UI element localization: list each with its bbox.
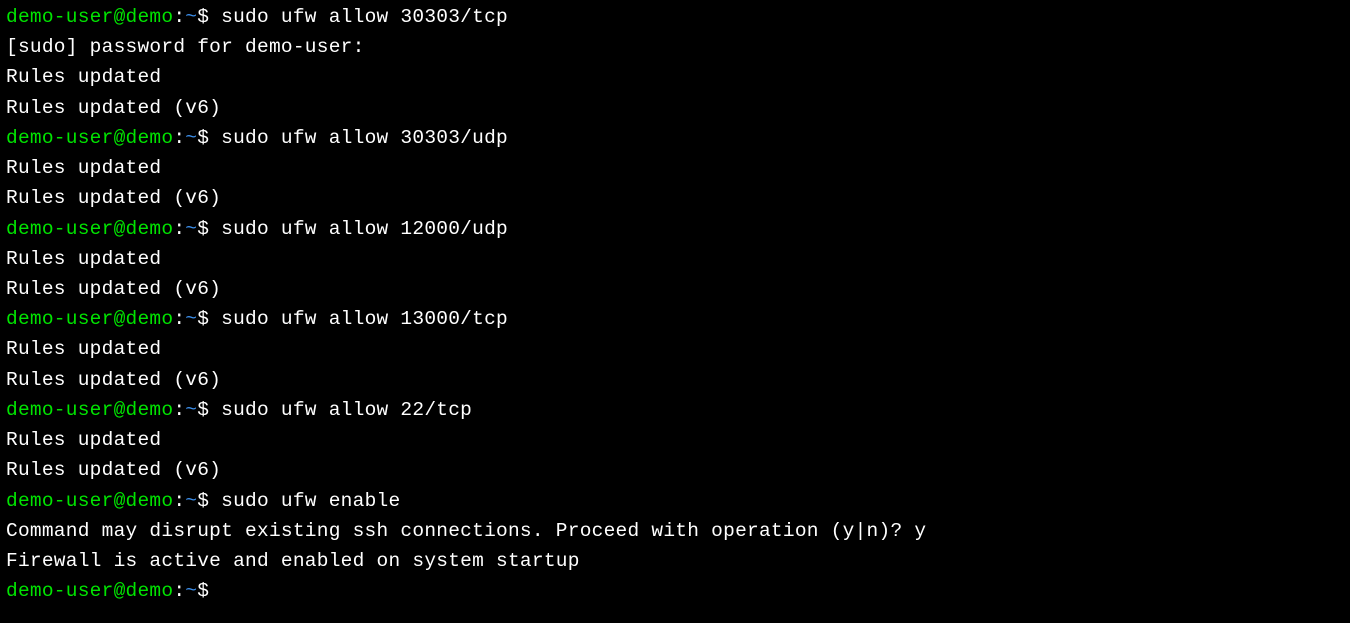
prompt-path: ~ (185, 308, 197, 330)
prompt-user-host: demo-user@demo (6, 218, 173, 240)
output-text: Command may disrupt existing ssh connect… (6, 520, 926, 542)
command-text: sudo ufw allow 30303/tcp (221, 6, 508, 28)
prompt-colon: : (173, 127, 185, 149)
output-text: Rules updated (v6) (6, 97, 221, 119)
terminal-line: Rules updated (v6) (6, 455, 1344, 485)
terminal-line: demo-user@demo:~$ sudo ufw allow 30303/u… (6, 123, 1344, 153)
terminal-line: Rules updated (v6) (6, 93, 1344, 123)
output-text: Rules updated (v6) (6, 187, 221, 209)
terminal-line: demo-user@demo:~$ sudo ufw enable (6, 486, 1344, 516)
prompt-colon: : (173, 399, 185, 421)
terminal-line: Rules updated (6, 334, 1344, 364)
prompt-dollar: $ (197, 580, 209, 602)
prompt-user-host: demo-user@demo (6, 127, 173, 149)
prompt-colon: : (173, 580, 185, 602)
prompt-space (209, 127, 221, 149)
output-text: Rules updated (v6) (6, 459, 221, 481)
prompt-space (209, 580, 221, 602)
terminal-line: Rules updated (v6) (6, 274, 1344, 304)
prompt-user-host: demo-user@demo (6, 580, 173, 602)
prompt-path: ~ (185, 6, 197, 28)
prompt-user-host: demo-user@demo (6, 308, 173, 330)
command-text: sudo ufw allow 22/tcp (221, 399, 472, 421)
prompt-path: ~ (185, 399, 197, 421)
terminal-line: demo-user@demo:~$ (6, 576, 1344, 606)
output-text: Firewall is active and enabled on system… (6, 550, 580, 572)
output-text: Rules updated (6, 338, 161, 360)
prompt-colon: : (173, 218, 185, 240)
prompt-space (209, 490, 221, 512)
command-text: sudo ufw allow 13000/tcp (221, 308, 508, 330)
terminal-line: demo-user@demo:~$ sudo ufw allow 12000/u… (6, 214, 1344, 244)
output-text: [sudo] password for demo-user: (6, 36, 365, 58)
prompt-dollar: $ (197, 490, 209, 512)
terminal-line: Rules updated (6, 425, 1344, 455)
prompt-space (209, 6, 221, 28)
terminal[interactable]: demo-user@demo:~$ sudo ufw allow 30303/t… (6, 2, 1344, 606)
output-text: Rules updated (6, 66, 161, 88)
terminal-line: Rules updated (6, 62, 1344, 92)
prompt-space (209, 399, 221, 421)
prompt-path: ~ (185, 490, 197, 512)
output-text: Rules updated (6, 157, 161, 179)
terminal-line: demo-user@demo:~$ sudo ufw allow 13000/t… (6, 304, 1344, 334)
prompt-path: ~ (185, 580, 197, 602)
terminal-line: demo-user@demo:~$ sudo ufw allow 22/tcp (6, 395, 1344, 425)
prompt-path: ~ (185, 127, 197, 149)
output-text: Rules updated (v6) (6, 278, 221, 300)
prompt-user-host: demo-user@demo (6, 399, 173, 421)
prompt-colon: : (173, 308, 185, 330)
prompt-space (209, 308, 221, 330)
prompt-dollar: $ (197, 399, 209, 421)
output-text: Rules updated (6, 248, 161, 270)
prompt-user-host: demo-user@demo (6, 6, 173, 28)
prompt-user-host: demo-user@demo (6, 490, 173, 512)
prompt-space (209, 218, 221, 240)
prompt-path: ~ (185, 218, 197, 240)
prompt-colon: : (173, 6, 185, 28)
terminal-line: Rules updated (v6) (6, 183, 1344, 213)
command-text: sudo ufw enable (221, 490, 400, 512)
prompt-dollar: $ (197, 308, 209, 330)
terminal-line: Firewall is active and enabled on system… (6, 546, 1344, 576)
terminal-line: Command may disrupt existing ssh connect… (6, 516, 1344, 546)
terminal-line: [sudo] password for demo-user: (6, 32, 1344, 62)
command-text: sudo ufw allow 12000/udp (221, 218, 508, 240)
terminal-line: Rules updated (6, 244, 1344, 274)
output-text: Rules updated (v6) (6, 369, 221, 391)
command-text: sudo ufw allow 30303/udp (221, 127, 508, 149)
terminal-line: Rules updated (v6) (6, 365, 1344, 395)
prompt-dollar: $ (197, 6, 209, 28)
prompt-colon: : (173, 490, 185, 512)
terminal-line: Rules updated (6, 153, 1344, 183)
prompt-dollar: $ (197, 127, 209, 149)
prompt-dollar: $ (197, 218, 209, 240)
terminal-line: demo-user@demo:~$ sudo ufw allow 30303/t… (6, 2, 1344, 32)
output-text: Rules updated (6, 429, 161, 451)
